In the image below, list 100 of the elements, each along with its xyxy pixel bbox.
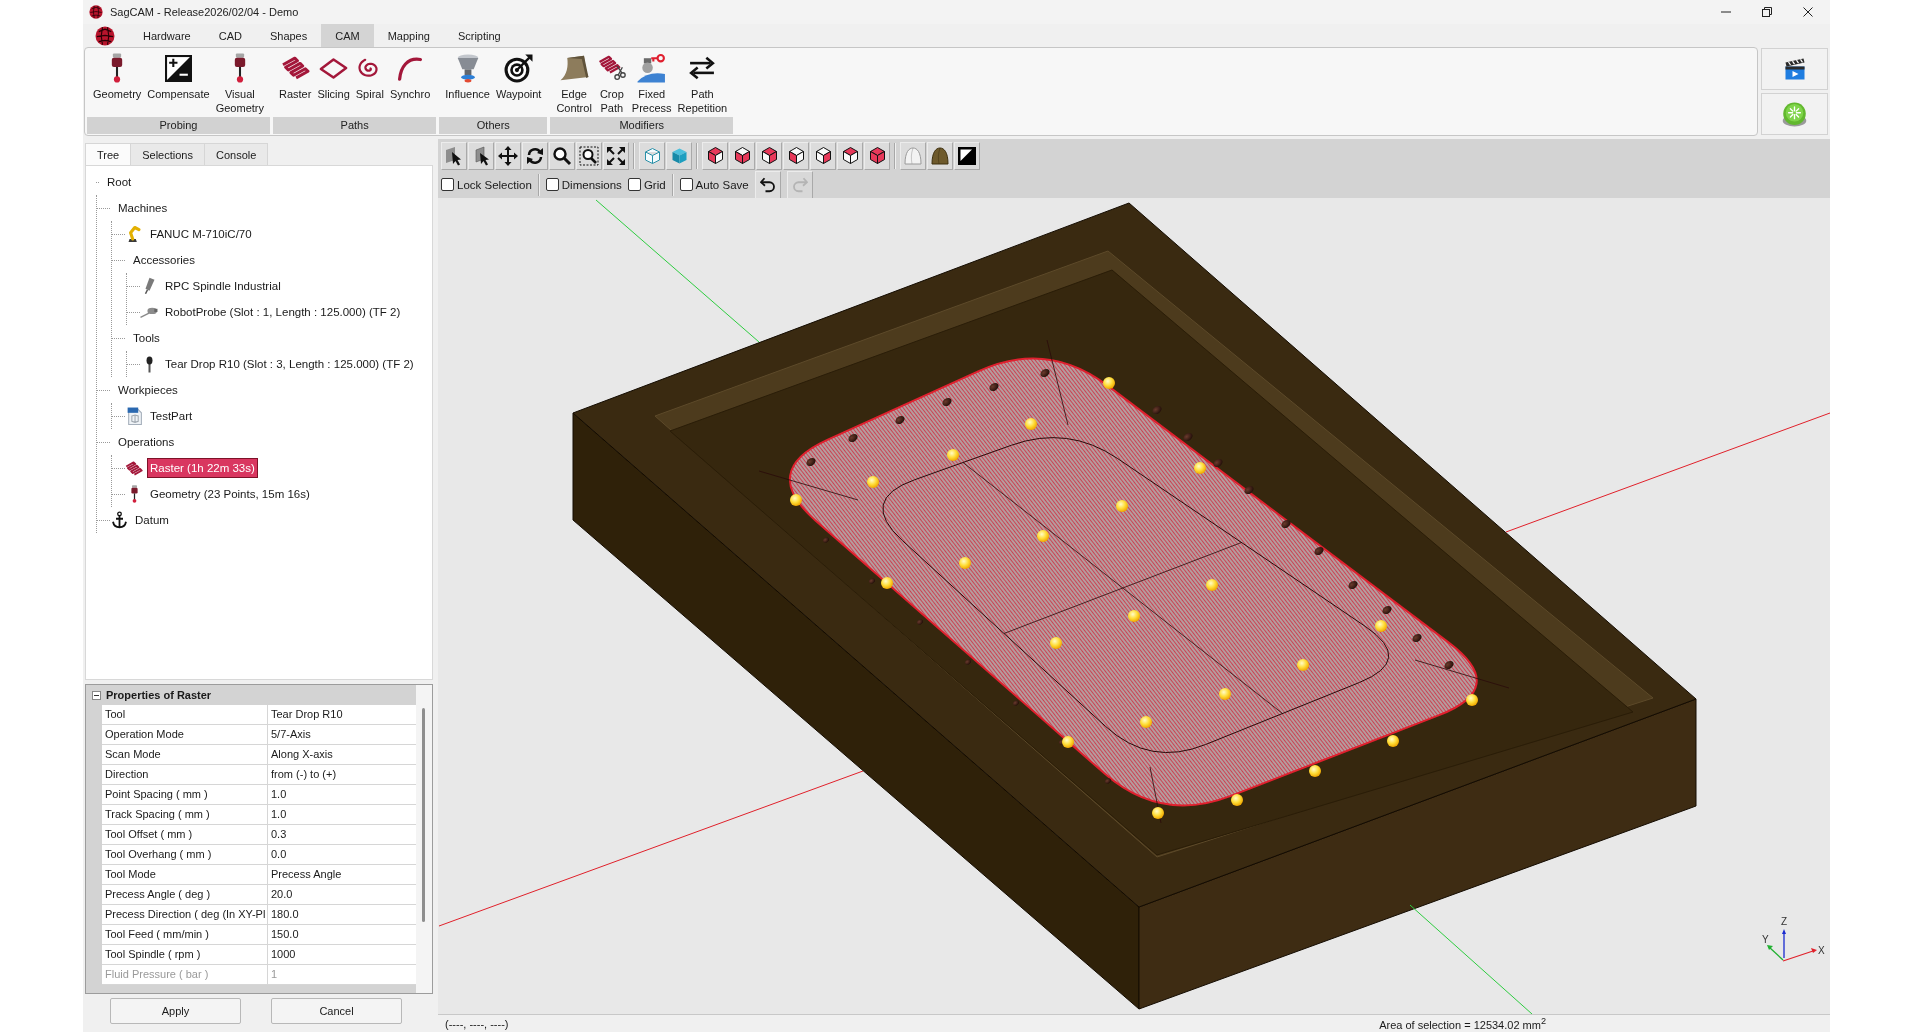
ribbon-button[interactable]: Fixed Precess bbox=[628, 49, 675, 117]
tree-item[interactable]: Operations bbox=[115, 432, 178, 452]
property-name: Tool Mode bbox=[102, 865, 268, 885]
view-button[interactable] bbox=[864, 141, 890, 170]
probe-point-marker bbox=[1309, 765, 1321, 777]
wireframe-button[interactable] bbox=[639, 141, 665, 170]
path-point-marker bbox=[1183, 432, 1193, 442]
checkbox-label[interactable]: Lock Selection bbox=[457, 178, 532, 191]
menu-tab[interactable]: Mapping bbox=[373, 24, 444, 47]
probe-stylus-icon bbox=[233, 53, 246, 83]
ribbon-button[interactable]: Path Repetition bbox=[674, 49, 731, 117]
property-value[interactable]: 0.3 bbox=[268, 825, 416, 845]
view-button[interactable] bbox=[702, 141, 728, 170]
zoom-button[interactable] bbox=[549, 141, 575, 170]
face-select-button[interactable] bbox=[468, 141, 494, 170]
zoom-box-icon bbox=[579, 145, 599, 166]
ribbon-button[interactable]: Compensate bbox=[144, 49, 213, 117]
menu-tab[interactable]: Hardware bbox=[129, 24, 205, 47]
path-point-marker bbox=[1444, 660, 1454, 670]
panel-tab[interactable]: Console bbox=[204, 143, 269, 165]
checkbox-label[interactable]: Grid bbox=[643, 178, 666, 191]
tree-item[interactable]: Tear Drop R10 (Slot : 3, Length : 125.000) (TF 2) bbox=[162, 354, 417, 374]
ribbon-button[interactable]: Raster bbox=[275, 49, 315, 117]
panel-tab[interactable]: Selections bbox=[130, 143, 205, 165]
ribbon-button[interactable]: Spiral bbox=[352, 49, 387, 117]
rotate-button[interactable] bbox=[522, 141, 548, 170]
menu-tab[interactable]: CAM bbox=[321, 24, 374, 47]
checkbox[interactable] bbox=[627, 178, 641, 191]
property-value[interactable]: Precess Angle bbox=[268, 865, 416, 885]
checkbox-label[interactable]: Dimensions bbox=[561, 178, 622, 191]
tree-item[interactable]: Tools bbox=[130, 328, 163, 348]
solid-cube-icon bbox=[671, 147, 687, 164]
tree-item[interactable]: Datum bbox=[132, 510, 172, 530]
property-value[interactable]: 1.0 bbox=[268, 785, 416, 805]
start-button[interactable] bbox=[1761, 93, 1828, 135]
zoom-window-button[interactable] bbox=[576, 141, 602, 170]
property-value[interactable]: 20.0 bbox=[268, 885, 416, 905]
checkbox-label[interactable]: Auto Save bbox=[695, 178, 749, 191]
dome-icon bbox=[903, 145, 923, 166]
property-value[interactable]: 5/7-Axis bbox=[268, 725, 416, 745]
tree-item[interactable]: Geometry (23 Points, 15m 16s) bbox=[147, 484, 313, 504]
contrast-button[interactable] bbox=[954, 141, 980, 170]
path-point-marker bbox=[1314, 546, 1324, 556]
shading-button[interactable] bbox=[927, 141, 953, 170]
view-button[interactable] bbox=[756, 141, 782, 170]
probe-point-marker bbox=[1116, 500, 1128, 512]
path-point-marker bbox=[1412, 633, 1422, 643]
property-value[interactable]: Tear Drop R10 bbox=[268, 705, 416, 725]
checkbox[interactable] bbox=[545, 178, 559, 191]
ribbon-button[interactable]: Crop Path bbox=[594, 49, 629, 117]
video-button[interactable] bbox=[1761, 48, 1828, 90]
checkbox[interactable] bbox=[679, 178, 693, 191]
property-value[interactable]: 1000 bbox=[268, 945, 416, 965]
dialog-button[interactable]: Apply bbox=[110, 998, 241, 1024]
dialog-button[interactable]: Cancel bbox=[271, 998, 402, 1024]
tree-item[interactable]: RobotProbe (Slot : 1, Length : 125.000) (TF 2) bbox=[162, 302, 404, 322]
property-value[interactable]: from (-) to (+) bbox=[268, 765, 416, 785]
probe-point-marker bbox=[1219, 688, 1231, 700]
ribbon-button[interactable]: Edge Control bbox=[553, 49, 595, 117]
ribbon-button[interactable]: Synchro bbox=[386, 49, 434, 117]
view-button[interactable] bbox=[810, 141, 836, 170]
tree-item[interactable]: FANUC M-710iC/70 bbox=[147, 224, 255, 244]
property-value[interactable]: 150.0 bbox=[268, 925, 416, 945]
tree-item[interactable]: RPC Spindle Industrial bbox=[162, 276, 284, 296]
property-value[interactable]: 1.0 bbox=[268, 805, 416, 825]
cad-file-icon bbox=[126, 407, 142, 425]
tree-item[interactable]: Accessories bbox=[130, 250, 198, 270]
property-value[interactable]: 180.0 bbox=[268, 905, 416, 925]
panel-tab[interactable]: Tree bbox=[85, 143, 132, 165]
probe-point-marker bbox=[1128, 610, 1140, 622]
tree-item[interactable]: Machines bbox=[115, 198, 171, 218]
fit-all-button[interactable] bbox=[603, 141, 629, 170]
ribbon-button[interactable]: Influence bbox=[442, 49, 493, 117]
undo-button[interactable] bbox=[754, 170, 781, 199]
probe-point-marker bbox=[1297, 659, 1309, 671]
menu-tab[interactable]: Shapes bbox=[255, 24, 322, 47]
menu-tab[interactable]: CAD bbox=[204, 24, 256, 47]
tree-item[interactable]: TestPart bbox=[147, 406, 196, 426]
path-point-marker bbox=[895, 415, 905, 425]
view-button[interactable] bbox=[729, 141, 755, 170]
view-button[interactable] bbox=[783, 141, 809, 170]
ribbon-button[interactable]: Geometry bbox=[90, 49, 145, 117]
property-value[interactable]: Along X-axis bbox=[268, 745, 416, 765]
tree-item[interactable]: Root bbox=[104, 172, 135, 192]
checkbox[interactable] bbox=[441, 178, 454, 191]
menu-tab[interactable]: Scripting bbox=[443, 24, 515, 47]
ribbon-button[interactable]: Slicing bbox=[314, 49, 353, 117]
tree-item[interactable]: Raster (1h 22m 33s) bbox=[147, 458, 258, 478]
ribbon-button[interactable]: Visual Geometry bbox=[212, 49, 267, 117]
property-value[interactable]: 0.0 bbox=[268, 845, 416, 865]
app-menu-button[interactable] bbox=[95, 24, 115, 47]
tree-item[interactable]: Workpieces bbox=[115, 380, 181, 400]
view-button[interactable] bbox=[837, 141, 863, 170]
zigzag-scissors-icon bbox=[597, 55, 626, 81]
path-point-marker bbox=[1213, 458, 1223, 468]
pan-button[interactable] bbox=[495, 141, 521, 170]
select-button[interactable] bbox=[441, 141, 467, 170]
shaded-button[interactable] bbox=[666, 141, 692, 170]
scrollbar-thumb[interactable] bbox=[422, 708, 425, 922]
ribbon-button[interactable]: Waypoint bbox=[492, 49, 545, 117]
